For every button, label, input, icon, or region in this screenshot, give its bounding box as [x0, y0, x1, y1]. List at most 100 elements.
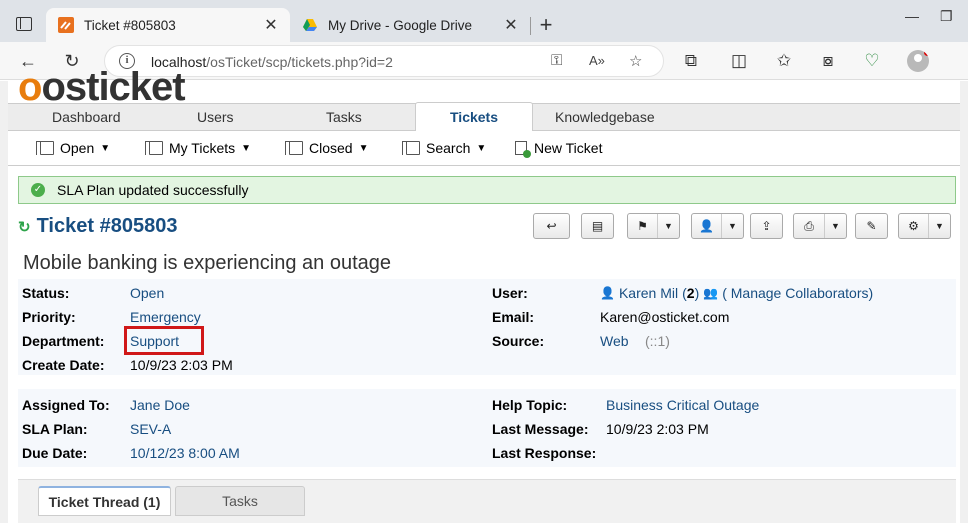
- tab-divider: [530, 17, 531, 35]
- tab-actions-icon[interactable]: [16, 17, 32, 31]
- user-icon: 👤: [699, 219, 714, 233]
- osticket-page: oosticket Dashboard Users Tasks Tickets …: [0, 65, 968, 523]
- user-name[interactable]: Karen Mil: [619, 285, 678, 301]
- caret-down-icon: ▼: [476, 142, 487, 154]
- google-drive-icon: [303, 19, 317, 31]
- success-alert: ✓ SLA Plan updated successfully: [18, 176, 956, 204]
- nav-tasks[interactable]: Tasks: [326, 109, 362, 125]
- source-ip: (::1): [645, 333, 670, 349]
- caret-down-icon: ▼: [358, 142, 369, 154]
- department-highlight-box: [124, 326, 204, 355]
- assigned-to-label: Assigned To:: [22, 397, 110, 413]
- user-value[interactable]: 👤 Karen Mil (2) 👥 ( Manage Collaborators…: [600, 285, 873, 301]
- extensions-icon[interactable]: ⧉: [680, 51, 702, 71]
- subnav-my-tickets[interactable]: My Tickets ▼: [145, 140, 251, 156]
- settings-menu-button[interactable]: ⚙ ▼: [898, 213, 951, 239]
- caret-down-icon: ▼: [657, 214, 679, 238]
- browser-tab-title: Ticket #805803: [84, 17, 176, 33]
- caret-down-icon: ▼: [100, 142, 111, 154]
- flag-icon: ⚑: [637, 219, 648, 233]
- caret-down-icon: ▼: [824, 214, 846, 238]
- tab-tasks[interactable]: Tasks: [175, 486, 305, 516]
- favorites-icon[interactable]: ✩: [773, 51, 795, 71]
- assigned-to-value[interactable]: Jane Doe: [130, 397, 190, 413]
- browser-tab-title: My Drive - Google Drive: [328, 17, 473, 33]
- tickets-icon: [402, 141, 420, 155]
- tab-ticket-thread[interactable]: Ticket Thread (1): [38, 486, 171, 516]
- last-message-label: Last Message:: [492, 421, 589, 437]
- nav-dashboard[interactable]: Dashboard: [52, 109, 121, 125]
- favorite-star-icon[interactable]: ☆: [629, 52, 642, 70]
- source-value[interactable]: Web: [600, 333, 629, 349]
- browser-tab-strip: Ticket #805803 ✕ My Drive - Google Drive…: [0, 0, 968, 42]
- create-date-label: Create Date:: [22, 357, 105, 373]
- split-screen-icon[interactable]: ◫: [728, 51, 750, 71]
- new-tab-button[interactable]: +: [536, 12, 556, 38]
- subnav-closed[interactable]: Closed ▼: [285, 140, 369, 156]
- document-icon: ▤: [591, 219, 604, 233]
- printer-icon: ⎙: [804, 218, 814, 233]
- restore-icon[interactable]: ❐: [940, 8, 953, 25]
- tickets-icon: [36, 141, 54, 155]
- due-date-value[interactable]: 10/12/23 8:00 AM: [130, 445, 240, 461]
- help-topic-label: Help Topic:: [492, 397, 568, 413]
- caret-down-icon: ▼: [721, 214, 743, 238]
- osticket-favicon-icon: [58, 17, 74, 33]
- edit-button[interactable]: ✎: [855, 213, 888, 239]
- status-label: Status:: [22, 285, 70, 301]
- main-nav: Dashboard Users Tasks Tickets Knowledgeb…: [8, 102, 960, 131]
- read-aloud-icon[interactable]: A»: [589, 53, 605, 68]
- sub-nav: Open ▼ My Tickets ▼ Closed ▼ Search ▼ New Ti…: [8, 132, 960, 166]
- alert-message: SLA Plan updated successfully: [57, 182, 249, 198]
- subnav-new-ticket[interactable]: New Ticket: [515, 140, 602, 158]
- reply-arrow-icon: ↩: [546, 219, 557, 233]
- address-bar[interactable]: i localhost/osTicket/scp/tickets.php?id=…: [104, 45, 664, 77]
- flag-menu-button[interactable]: ⚑ ▼: [627, 213, 680, 239]
- url-text: localhost/osTicket/scp/tickets.php?id=2: [151, 54, 393, 70]
- browser-health-icon[interactable]: ♡: [861, 51, 883, 71]
- user-icon: 👤: [600, 286, 615, 300]
- subnav-search[interactable]: Search ▼: [402, 140, 487, 156]
- gear-icon: ⚙: [908, 219, 919, 233]
- nav-knowledgebase[interactable]: Knowledgebase: [555, 109, 655, 125]
- browser-tab-ticket[interactable]: Ticket #805803 ✕: [46, 8, 290, 42]
- close-tab-icon[interactable]: ✕: [264, 15, 278, 35]
- nav-tickets[interactable]: Tickets: [415, 102, 533, 131]
- status-value[interactable]: Open: [130, 285, 164, 301]
- collections-icon[interactable]: ⧇: [817, 51, 839, 71]
- create-date-value: 10/9/23 2:03 PM: [130, 357, 233, 373]
- caret-down-icon: ▼: [928, 214, 950, 238]
- subnav-open[interactable]: Open ▼: [36, 140, 111, 156]
- sla-plan-value[interactable]: SEV-A: [130, 421, 171, 437]
- minimize-icon[interactable]: —: [905, 8, 919, 24]
- manage-collaborators-link[interactable]: ( Manage Collaborators): [722, 285, 873, 301]
- tickets-icon: [145, 141, 163, 155]
- browser-tab-drive[interactable]: My Drive - Google Drive ✕: [290, 8, 530, 42]
- email-label: Email:: [492, 309, 535, 325]
- last-message-value: 10/9/23 2:03 PM: [606, 421, 709, 437]
- priority-label: Priority:: [22, 309, 76, 325]
- help-topic-value[interactable]: Business Critical Outage: [606, 397, 759, 413]
- transfer-button[interactable]: ⇪: [750, 213, 783, 239]
- ticket-number[interactable]: Ticket #805803: [37, 215, 178, 238]
- close-tab-icon[interactable]: ✕: [504, 15, 518, 35]
- user-label: User:: [492, 285, 528, 301]
- collaborators-icon: 👥: [703, 286, 719, 300]
- reply-button[interactable]: ↩: [533, 213, 570, 239]
- print-menu-button[interactable]: ⎙ ▼: [793, 213, 847, 239]
- assign-menu-button[interactable]: 👤 ▼: [691, 213, 744, 239]
- share-icon: ⇪: [761, 219, 772, 233]
- tickets-icon: [285, 141, 303, 155]
- priority-value[interactable]: Emergency: [130, 309, 201, 325]
- print-pdf-button[interactable]: ▤: [581, 213, 614, 239]
- email-value: Karen@osticket.com: [600, 309, 730, 325]
- check-circle-icon: ✓: [31, 183, 45, 197]
- user-ticket-count: 2: [686, 285, 695, 301]
- profile-avatar[interactable]: [907, 50, 929, 72]
- refresh-icon[interactable]: ↻: [18, 218, 31, 236]
- last-response-label: Last Response:: [492, 445, 597, 461]
- sla-plan-label: SLA Plan:: [22, 421, 88, 437]
- key-icon[interactable]: ⚿: [551, 52, 562, 69]
- nav-users[interactable]: Users: [197, 109, 234, 125]
- ticket-subject: Mobile banking is experiencing an outage: [23, 252, 392, 274]
